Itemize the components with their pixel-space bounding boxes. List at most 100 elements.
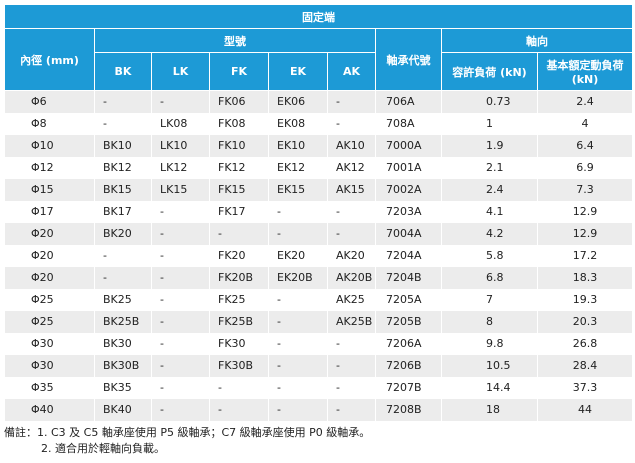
- fk-cell: FK10: [209, 135, 269, 157]
- table-row: Φ17 BK17- FK17- -7203A 4.1 12.9: [4, 201, 634, 223]
- rated-load-cell: 44: [536, 399, 634, 421]
- rated-load-cell: 7.3: [536, 179, 634, 201]
- model-group-header: 型號: [94, 28, 376, 53]
- model-header-lk: LK: [151, 52, 210, 91]
- bearing-code-cell: 7204A: [375, 245, 442, 267]
- bearing-code-cell: 7208B: [375, 399, 442, 421]
- bore-cell: Φ25: [4, 311, 95, 333]
- fk-cell: FK20: [209, 245, 269, 267]
- ak-cell: AK25B: [327, 311, 376, 333]
- bk-cell: BK30: [94, 333, 152, 355]
- allowable-load-cell: 4.1: [441, 201, 538, 223]
- bk-cell: BK35: [94, 377, 152, 399]
- rated-load-cell: 12.9: [536, 223, 634, 245]
- ak-cell: -: [327, 399, 376, 421]
- bearing-code-cell: 7004A: [375, 223, 442, 245]
- table-row: Φ12 BK12 LK12 FK12 EK12 AK12 7001A 2.1 6.9: [4, 157, 634, 179]
- allowable-load-cell: 14.4: [441, 377, 538, 399]
- ak-cell: AK12: [327, 157, 376, 179]
- bore-cell: Φ30: [4, 355, 95, 377]
- bk-cell: BK12: [94, 157, 152, 179]
- lk-cell: LK10: [151, 135, 210, 157]
- table-row: Φ30 BK30- FK30- -7206A 9.8 26.8: [4, 333, 634, 355]
- table-body: Φ6- - FK06 EK06-706A 0.73 2.4 Φ8- LK08 FK08 EK08-…: [4, 90, 634, 421]
- allowable-load-cell: 4.2: [441, 223, 538, 245]
- note-line-1: 備註：1. C3 及 C5 軸承座使用 P5 級軸承；C7 級軸承座使用 P0 …: [4, 426, 371, 439]
- bearing-code-cell: 7204B: [375, 267, 442, 289]
- bore-cell: Φ20: [4, 245, 95, 267]
- fk-cell: FK06: [209, 90, 269, 113]
- rated-load-cell: 26.8: [536, 333, 634, 355]
- rated-load-cell: 6.4: [536, 135, 634, 157]
- bk-cell: BK25B: [94, 311, 152, 333]
- bearing-code-cell: 706A: [375, 90, 442, 113]
- table-row: Φ15 BK15 LK15 FK15 EK15 AK15 7002A 2.4 7.3: [4, 179, 634, 201]
- ak-cell: -: [327, 223, 376, 245]
- allowable-load-cell: 2.4: [441, 179, 538, 201]
- fk-cell: -: [209, 399, 269, 421]
- bore-cell: Φ25: [4, 289, 95, 311]
- ak-cell: -: [327, 377, 376, 399]
- rated-load-cell: 12.9: [536, 201, 634, 223]
- fk-cell: FK20B: [209, 267, 269, 289]
- ek-cell: EK10: [268, 135, 328, 157]
- bore-cell: Φ40: [4, 399, 95, 421]
- bk-cell: -: [94, 267, 152, 289]
- lk-cell: LK08: [151, 113, 210, 135]
- fk-cell: FK30B: [209, 355, 269, 377]
- table-row: Φ20- - FK20B EK20B AK20B 7204B 6.8 18.3: [4, 267, 634, 289]
- ek-cell: EK12: [268, 157, 328, 179]
- ek-cell: EK20: [268, 245, 328, 267]
- note-line-2: 2. 適合用於輕軸向負載。: [41, 442, 165, 455]
- ek-cell: -: [268, 399, 328, 421]
- bearing-code-cell: 7002A: [375, 179, 442, 201]
- model-header-bk: BK: [94, 52, 152, 91]
- bearing-code-cell: 7205B: [375, 311, 442, 333]
- allowable-load-cell: 18: [441, 399, 538, 421]
- lk-cell: -: [151, 399, 210, 421]
- ak-cell: AK25: [327, 289, 376, 311]
- bore-cell: Φ20: [4, 223, 95, 245]
- rated-load-cell: 18.3: [536, 267, 634, 289]
- fixed-end-spec-table: 固定端 內徑 (mm) 型號 軸承代號 軸向 BK LK FK EK AK 容許…: [3, 4, 634, 421]
- lk-cell: -: [151, 355, 210, 377]
- fk-cell: FK17: [209, 201, 269, 223]
- rated-load-cell: 20.3: [536, 311, 634, 333]
- ek-cell: -: [268, 289, 328, 311]
- bore-cell: Φ15: [4, 179, 95, 201]
- ak-cell: -: [327, 201, 376, 223]
- bore-cell: Φ6: [4, 90, 95, 113]
- fk-cell: FK12: [209, 157, 269, 179]
- lk-cell: -: [151, 377, 210, 399]
- table-row: Φ25 BK25B - FK25B - AK25B 7205B 8 20.3: [4, 311, 634, 333]
- bore-cell: Φ30: [4, 333, 95, 355]
- lk-cell: -: [151, 267, 210, 289]
- model-header-ek: EK: [268, 52, 328, 91]
- axial-group-header: 軸向: [440, 28, 634, 53]
- table-row: Φ20 BK20- - - -7004A 4.2 12.9: [4, 223, 634, 245]
- table-row: Φ6- - FK06 EK06-706A 0.73 2.4: [4, 90, 634, 113]
- fk-cell: -: [209, 377, 269, 399]
- ek-cell: -: [268, 201, 328, 223]
- ak-cell: -: [327, 355, 376, 377]
- allowable-load-cell: 0.73: [441, 90, 538, 113]
- notes: 備註：1. C3 及 C5 軸承座使用 P5 級軸承；C7 級軸承座使用 P0 …: [4, 425, 370, 457]
- rated-load-cell: 37.3: [536, 377, 634, 399]
- allowable-load-cell: 1: [441, 113, 538, 135]
- fk-cell: -: [209, 223, 269, 245]
- ak-cell: -: [327, 333, 376, 355]
- ek-cell: -: [268, 355, 328, 377]
- ek-cell: EK06: [268, 90, 328, 113]
- ek-cell: EK20B: [268, 267, 328, 289]
- bore-cell: Φ17: [4, 201, 95, 223]
- rated-load-header: 基本額定動負荷 (kN): [536, 52, 634, 91]
- ek-cell: -: [268, 311, 328, 333]
- allowable-load-cell: 7: [441, 289, 538, 311]
- bearing-code-cell: 7203A: [375, 201, 442, 223]
- ak-cell: AK20: [327, 245, 376, 267]
- rated-load-cell: 6.9: [536, 157, 634, 179]
- bk-cell: -: [94, 113, 152, 135]
- lk-cell: -: [151, 223, 210, 245]
- rated-load-cell: 4: [536, 113, 634, 135]
- lk-cell: -: [151, 245, 210, 267]
